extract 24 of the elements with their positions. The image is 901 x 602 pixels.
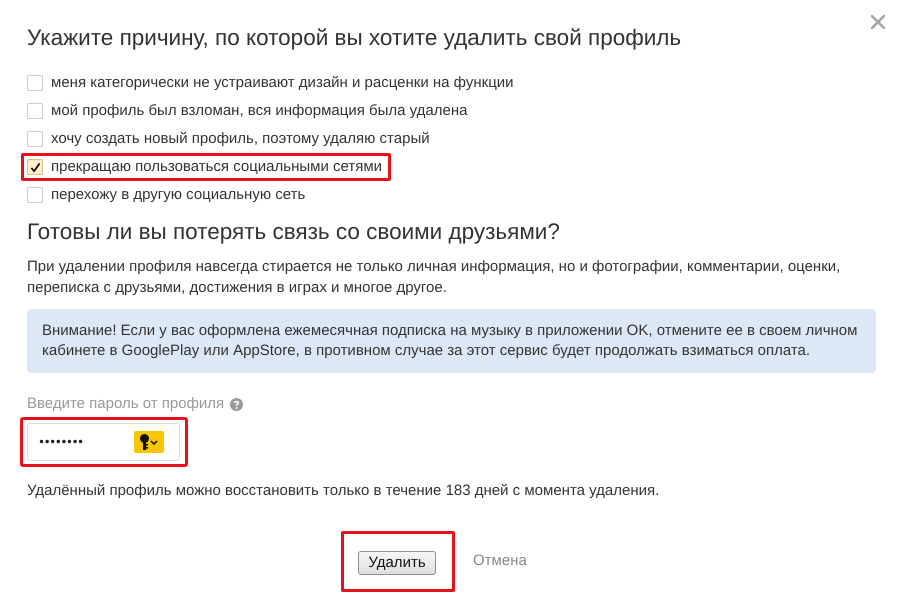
checkbox-label[interactable]: перехожу в другую социальную сеть [51, 185, 306, 205]
close-icon[interactable] [871, 15, 885, 29]
checkbox[interactable] [27, 103, 43, 119]
checkbox[interactable] [27, 75, 43, 91]
caret-icon [150, 440, 158, 444]
checkbox[interactable] [27, 187, 43, 203]
checkbox-label[interactable]: меня категорически не устраивают дизайн и расценки на функции [51, 73, 514, 93]
checkbox[interactable] [27, 159, 43, 175]
checkbox-label[interactable]: мой профиль был взломан, вся информация была удалена [51, 101, 468, 121]
key-menu-button[interactable] [134, 431, 164, 453]
section-heading: Готовы ли вы потерять связь со своими друзьями? [27, 219, 561, 245]
key-icon [140, 434, 149, 450]
dialog-title: Укажите причину, по которой вы хотите удалить свой профиль [27, 25, 682, 51]
check-icon [30, 162, 40, 172]
checkbox[interactable] [27, 131, 43, 147]
warning-text: При удалении профиля навсегда стирается не только личная информация, но и фотографии, комментарии, оценки, переписка с друзьями, достижения в играх и многое другое. [27, 257, 842, 298]
checkbox-label[interactable]: прекращаю пользоваться социальными сетями [51, 157, 382, 177]
restore-note: Удалённый профиль можно восстановить только в течение 183 дней с момента удаления. [27, 481, 660, 501]
checkbox-label[interactable]: хочу создать новый профиль, поэтому удаляю старый [51, 129, 430, 149]
delete-button[interactable]: Удалить [358, 551, 436, 575]
help-icon [230, 398, 244, 410]
cancel-link[interactable]: Отмена [473, 550, 527, 573]
field-label: Введите пароль от профиля [27, 394, 224, 414]
notice-message: Внимание! Если у вас оформлена ежемесячная подписка на музыку в приложении OK, отмените ее в своем личном кабинете в GooglePlay или AppStore, в противном случае за этот сервис будет продолжать взиматься оплата. [27, 309, 876, 373]
